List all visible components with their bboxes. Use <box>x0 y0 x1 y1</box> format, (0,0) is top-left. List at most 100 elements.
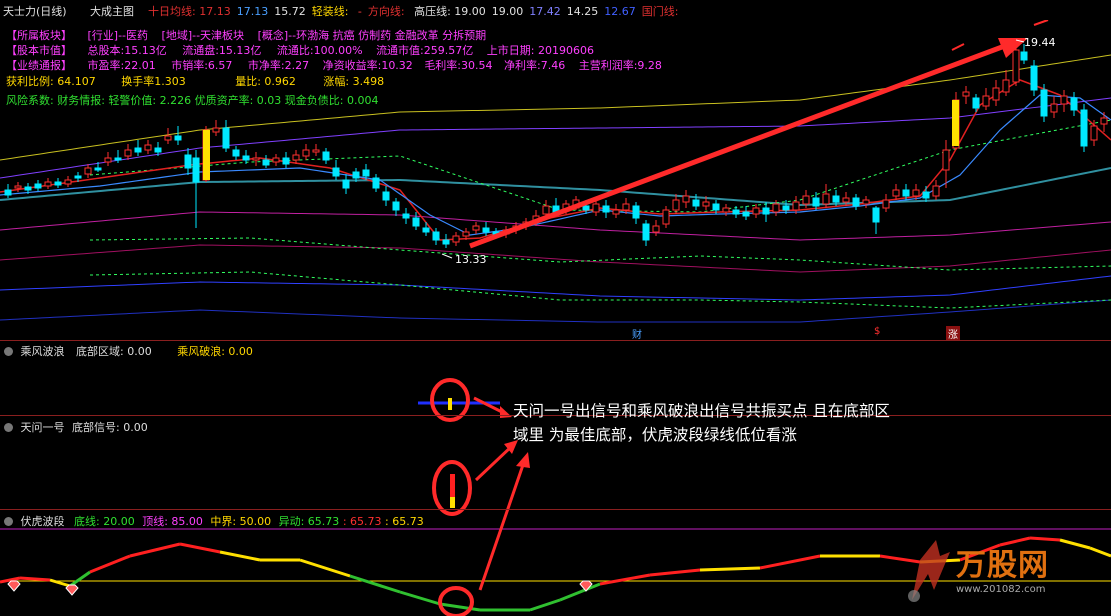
candle-body <box>392 201 400 211</box>
candle-body <box>742 211 750 217</box>
candle-body <box>542 205 550 215</box>
oscillator-segment <box>219 550 261 562</box>
candle-body <box>1020 51 1028 61</box>
candle-body <box>352 171 360 179</box>
candle-body <box>862 199 870 205</box>
oscillator-segment <box>299 558 351 578</box>
candle-body <box>932 185 940 197</box>
candle-body <box>712 203 720 211</box>
event-mark-dollar[interactable]: $ <box>872 326 882 337</box>
candle-body <box>302 149 310 157</box>
candle-body <box>372 177 380 189</box>
candle-body <box>272 157 280 163</box>
candle-body <box>262 159 270 166</box>
candle-body <box>322 151 330 161</box>
trend-arrow-line <box>469 41 1011 249</box>
panel-separator-3[interactable] <box>0 509 1111 510</box>
candle-body <box>702 201 710 207</box>
candle-body <box>582 205 590 211</box>
candle-body <box>362 169 370 177</box>
panel-collapse-icon[interactable] <box>4 423 13 432</box>
candle-body <box>482 227 490 233</box>
candle-body <box>682 195 690 203</box>
candle-body <box>472 225 480 231</box>
dotted-green-line-3 <box>89 271 1111 309</box>
candle-body <box>332 167 340 177</box>
candle-body <box>54 181 62 186</box>
candle-body <box>192 157 200 183</box>
candle-body <box>124 149 132 157</box>
candle-body <box>212 127 220 133</box>
watermark-logo: 万股网 www.201082.com <box>956 548 1049 595</box>
candle-body <box>462 231 470 237</box>
info-row-risk: 风险系数: 财务情报: 轻警价值: 2.226 优质资产率: 0.03 现金负债… <box>6 94 379 107</box>
candle-body <box>652 225 660 233</box>
indicator-header: 天士力(日线) 大成主图 十日均线: 17.13 17.13 15.72 轻装线: -… <box>0 0 1111 20</box>
candle-body <box>1080 109 1088 147</box>
event-mark-rise[interactable]: 涨 <box>946 326 960 341</box>
peak-mark <box>951 43 965 51</box>
indicator-item: 14.25 <box>566 5 599 18</box>
candle-body <box>612 209 620 215</box>
candle-body <box>154 147 162 153</box>
indicator-item: 高压线: 19.00 <box>414 5 486 18</box>
candle-body <box>64 179 72 185</box>
candle-body <box>412 217 420 227</box>
indicator-name[interactable]: 大成主图 <box>90 3 134 19</box>
signal-candle <box>952 100 959 146</box>
oscillator-segment <box>559 582 601 602</box>
low-pointer <box>441 253 453 259</box>
candle-body <box>144 144 152 151</box>
candle-body <box>34 183 42 189</box>
candle-body <box>842 197 850 203</box>
candle-body <box>972 97 980 109</box>
candle-body <box>902 189 910 197</box>
candle-body <box>592 203 600 213</box>
event-mark-finance[interactable]: 财 <box>630 326 644 341</box>
low-price-label: 13.33 <box>455 253 487 266</box>
indicator-item: - <box>357 5 362 18</box>
candle-body <box>962 91 970 97</box>
candle-body <box>852 197 860 207</box>
candle-body <box>382 191 390 201</box>
oscillator-segment <box>349 574 401 594</box>
candle-body <box>312 149 320 153</box>
oscillator-segment <box>759 554 821 570</box>
candle-body <box>1012 49 1020 83</box>
oscillator-segment <box>599 573 651 586</box>
candle-body <box>792 201 800 211</box>
panel-collapse-icon[interactable] <box>4 517 13 526</box>
candle-body <box>134 147 142 153</box>
candle-body <box>222 127 230 149</box>
candle-body <box>832 195 840 203</box>
panel-separator-1[interactable] <box>0 340 1111 341</box>
panel-collapse-icon[interactable] <box>4 347 13 356</box>
candle-body <box>602 205 610 213</box>
candle-body <box>242 155 250 161</box>
candle-body <box>74 175 82 179</box>
info-row-sector: 【所属板块】 [行业]--医药 [地域]--天津板块 [概念]--环渤海 抗癌 … <box>6 29 487 42</box>
candle-body <box>662 209 670 225</box>
oscillator-segment <box>699 566 761 572</box>
indicator-item: 十日均线: 17.13 <box>148 5 231 18</box>
candle-body <box>114 157 122 161</box>
candle-body <box>1002 79 1010 93</box>
candle-body <box>1040 89 1048 117</box>
candle-body <box>942 149 950 171</box>
info-row-performance: 【业绩通报】 市盈率:22.01 市销率:6.57 市净率:2.27 净资收益率… <box>6 59 662 72</box>
stock-title[interactable]: 天士力(日线) <box>3 3 67 19</box>
lower-band-line-2 <box>0 244 1111 273</box>
oscillator-segment <box>1059 538 1091 550</box>
pointer-arrow <box>474 444 514 482</box>
candle-body <box>94 167 102 171</box>
candle-body <box>812 197 820 207</box>
signal-circle-3 <box>438 586 474 616</box>
candle-body <box>762 207 770 215</box>
bottom-band-line-2 <box>0 299 1111 323</box>
oscillator-segment <box>399 590 441 606</box>
signal-candle <box>203 130 210 180</box>
candle-body <box>184 154 192 169</box>
indicator-item: 19.00 <box>491 5 524 18</box>
annotation-text: 天问一号出信号和乘风破浪出信号共振买点 且在底部区域里 为最佳底部，伏虎波段绿线… <box>513 402 890 444</box>
candle-body <box>252 157 260 161</box>
